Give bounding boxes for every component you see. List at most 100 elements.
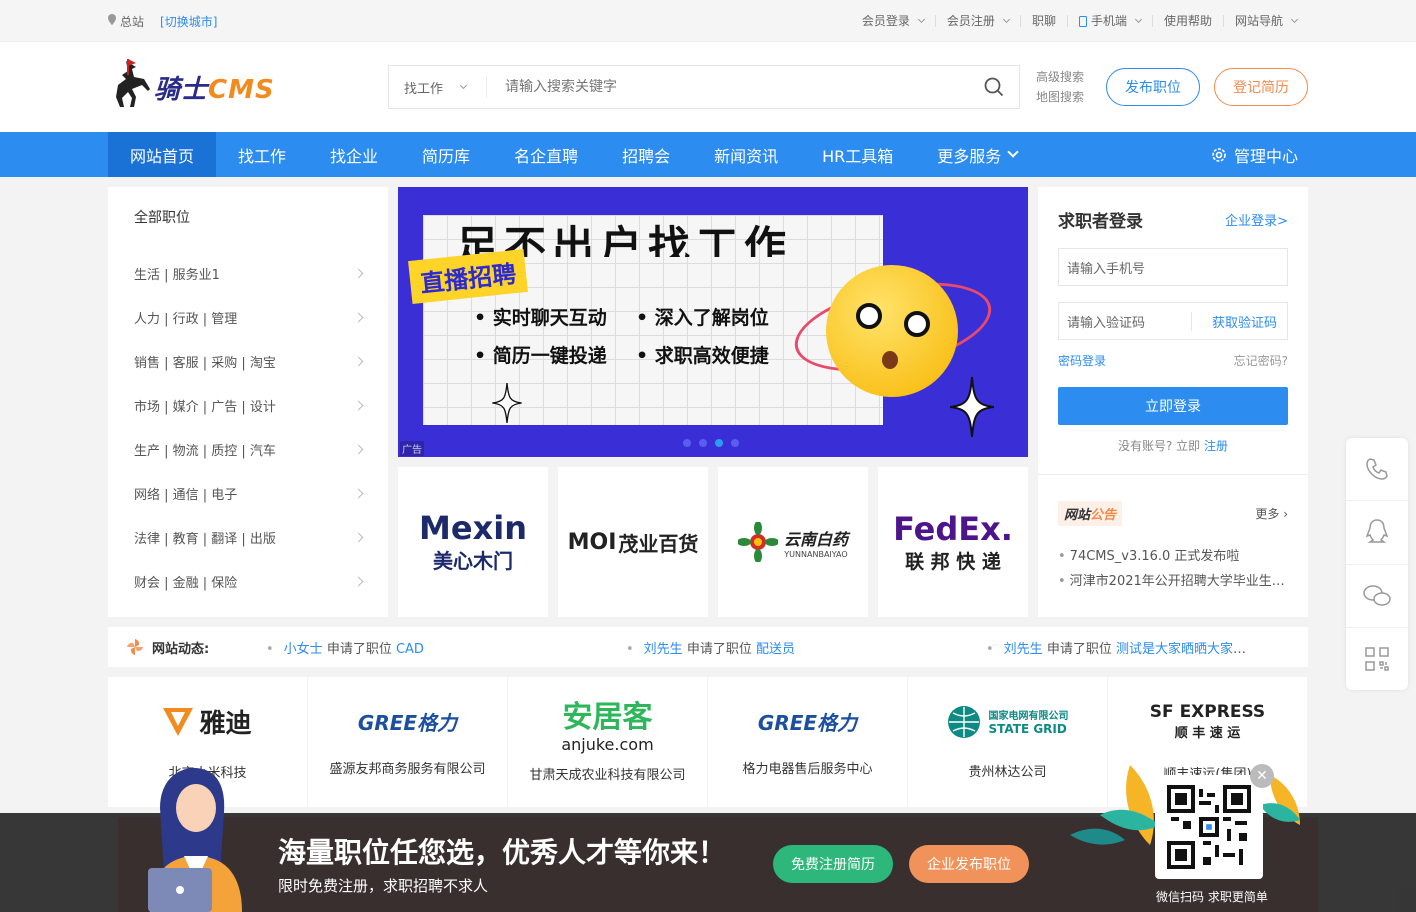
- category-item[interactable]: 销售 | 客服 | 采购 | 淘宝: [134, 339, 364, 383]
- category-item[interactable]: 生活 | 服务业1: [134, 251, 364, 295]
- location-label: 总站: [120, 14, 145, 29]
- nav-more-services[interactable]: 更多服务: [915, 132, 1039, 177]
- ad-banner[interactable]: 足不出户找工作 直播招聘 • 实时聊天互动 • 深入了解岗位 • 简历一键投递 …: [398, 187, 1028, 457]
- promo-slogan: 海量职位任您选，优秀人才等你来！: [278, 836, 727, 869]
- member-login-menu[interactable]: 会员登录: [851, 15, 935, 27]
- get-code-button[interactable]: 获取验证码: [1190, 311, 1287, 331]
- category-item[interactable]: 市场 | 媒介 | 广告 | 设计: [134, 383, 364, 427]
- phone-input[interactable]: 请输入手机号: [1058, 248, 1288, 286]
- post-job-button[interactable]: 发布职位: [1106, 68, 1200, 106]
- chevron-right-icon: [353, 444, 364, 454]
- qrcode-image-icon: [1167, 785, 1251, 869]
- brand-logos: Mexin 美心木门 MOI 茂业百货 云南白药 YUNNANBAIYAO Fe…: [398, 467, 1028, 617]
- category-item[interactable]: 生产 | 物流 | 质控 | 汽车: [134, 427, 364, 471]
- brand-logo-mexin[interactable]: Mexin 美心木门: [398, 467, 548, 617]
- main-nav: 网站首页 找工作 找企业 简历库 名企直聘 招聘会 新闻资讯 HR工具箱 更多服…: [0, 132, 1416, 177]
- nav-home[interactable]: 网站首页: [108, 132, 217, 177]
- qq-icon: [1365, 519, 1389, 544]
- flower-logo-icon: [737, 522, 778, 562]
- free-register-resume-button[interactable]: 免费注册简历: [773, 845, 893, 883]
- company-card[interactable]: GREE格力 格力电器售后服务中心: [708, 677, 907, 807]
- forgot-password-link[interactable]: 忘记密码?: [1234, 352, 1288, 369]
- login-button[interactable]: 立即登录: [1058, 387, 1288, 425]
- advanced-search-link[interactable]: 高级搜索: [1036, 70, 1084, 84]
- nav-news[interactable]: 新闻资讯: [692, 132, 800, 177]
- ticker-item[interactable]: 刘先生 申请了职位 测试是大家晒晒大家撒的话: [986, 638, 1246, 657]
- chevron-right-icon: [353, 488, 364, 498]
- chevron-down-icon: [1007, 146, 1019, 158]
- nav-famous-companies[interactable]: 名企直聘: [492, 132, 600, 177]
- chevron-right-icon: [353, 576, 364, 586]
- login-title: 求职者登录: [1058, 212, 1143, 232]
- notice-item[interactable]: 河津市2021年公开招聘大学毕业生到村（社区）任职公告: [1058, 569, 1288, 594]
- top-bar: 总站 [切换城市] 会员登录 会员注册 职聊 手机端 使用帮助 网站导航: [0, 0, 1416, 42]
- switch-city-link[interactable]: [切换城市]: [160, 13, 217, 30]
- qr-caption: 微信扫码 求职更简单: [1156, 890, 1268, 904]
- nav-hr-toolbox[interactable]: HR工具箱: [800, 132, 915, 177]
- close-icon: ✕: [1256, 768, 1268, 784]
- chevron-right-icon: [353, 268, 364, 278]
- phone-contact-button[interactable]: [1346, 438, 1408, 502]
- phone-icon: [1366, 458, 1388, 480]
- chevron-down-icon: [1134, 15, 1143, 24]
- brand-logo-fedex[interactable]: FedEx. 联 邦 快 递: [878, 467, 1028, 617]
- promo-subtitle: 限时免费注册，求职招聘不求人: [278, 877, 489, 895]
- register-resume-button[interactable]: 登记简历: [1214, 68, 1308, 106]
- wechat-contact-button[interactable]: [1346, 565, 1408, 628]
- chevron-down-icon: [917, 15, 925, 24]
- company-card[interactable]: GREE格力 盛源友邦商务服务有限公司: [308, 677, 507, 807]
- search-input[interactable]: [487, 79, 969, 95]
- chat-link[interactable]: 职聊: [1019, 15, 1067, 27]
- company-card[interactable]: 安居客 anjuke.com 甘肃天成农业科技有限公司: [508, 677, 707, 807]
- ticker-item[interactable]: 刘先生 申请了职位 配送员: [626, 638, 986, 657]
- site-activity-ticker: 网站动态: 小女士 申请了职位 CAD 刘先生 申请了职位 配送员 刘先生 申请…: [108, 627, 1308, 667]
- verification-code-input[interactable]: 请输入验证码 获取验证码: [1058, 302, 1288, 340]
- chevron-down-icon: [1002, 15, 1010, 24]
- notice-item[interactable]: 74CMS_v3.16.0 正式发布啦: [1058, 544, 1288, 569]
- notice-more-link[interactable]: 更多 ›: [1255, 505, 1288, 522]
- person-illustration: [148, 768, 242, 912]
- brand-logo-yunnanbaiyao[interactable]: 云南白药 YUNNANBAIYAO: [718, 467, 868, 617]
- nav-find-job[interactable]: 找工作: [216, 132, 308, 177]
- search-button[interactable]: [969, 77, 1019, 97]
- knight-horse-icon: [108, 59, 150, 115]
- nav-job-fair[interactable]: 招聘会: [600, 132, 692, 177]
- company-login-link[interactable]: 企业登录>: [1225, 210, 1288, 229]
- banner-feature: • 实时聊天互动: [474, 307, 607, 329]
- category-item[interactable]: 法律 | 教育 | 翻译 | 出版: [134, 515, 364, 559]
- site-logo[interactable]: 骑士CMS: [108, 59, 388, 115]
- sparkle-icon: [492, 383, 522, 423]
- category-item[interactable]: 财会 | 金融 | 保险: [134, 559, 364, 603]
- site-nav-menu[interactable]: 网站导航: [1222, 15, 1308, 27]
- qq-contact-button[interactable]: [1346, 501, 1408, 565]
- help-link[interactable]: 使用帮助: [1151, 15, 1223, 27]
- management-center-link[interactable]: 管理中心: [1210, 143, 1308, 167]
- close-qrcode-button[interactable]: ✕: [1250, 764, 1274, 788]
- chevron-down-icon: [1290, 15, 1299, 24]
- emoji-face-icon: [826, 265, 958, 397]
- register-link[interactable]: 注册: [1204, 439, 1228, 453]
- search-box: 找工作: [388, 65, 1020, 109]
- map-search-link[interactable]: 地图搜索: [1036, 90, 1084, 104]
- category-item[interactable]: 网络 | 通信 | 电子: [134, 471, 364, 515]
- search-type-select[interactable]: 找工作: [389, 76, 487, 98]
- company-post-job-button[interactable]: 企业发布职位: [909, 845, 1029, 883]
- pinwheel-icon: [127, 639, 143, 655]
- login-panel: 求职者登录 企业登录> 请输入手机号 请输入验证码 获取验证码 密码登录 忘记密码…: [1038, 187, 1308, 617]
- notice-title: 网站公告: [1058, 501, 1123, 526]
- ticker-label: 网站动态:: [152, 641, 210, 657]
- nav-resume-library[interactable]: 简历库: [400, 132, 492, 177]
- carousel-dots[interactable]: [683, 439, 739, 447]
- password-login-link[interactable]: 密码登录: [1058, 352, 1106, 369]
- member-register-menu[interactable]: 会员注册: [934, 15, 1020, 27]
- nav-find-company[interactable]: 找企业: [308, 132, 400, 177]
- chevron-down-icon: [459, 81, 468, 90]
- sparkle-icon: [950, 377, 994, 437]
- all-jobs-heading[interactable]: 全部职位: [134, 207, 362, 229]
- category-item[interactable]: 人力 | 行政 | 管理: [134, 295, 364, 339]
- brand-logo-maoye[interactable]: MOI 茂业百货: [558, 467, 708, 617]
- qrcode-button[interactable]: [1346, 628, 1408, 690]
- banner-feature: • 简历一键投递: [474, 345, 607, 367]
- mobile-menu[interactable]: 手机端: [1066, 15, 1152, 27]
- ticker-item[interactable]: 小女士 申请了职位 CAD: [266, 638, 626, 657]
